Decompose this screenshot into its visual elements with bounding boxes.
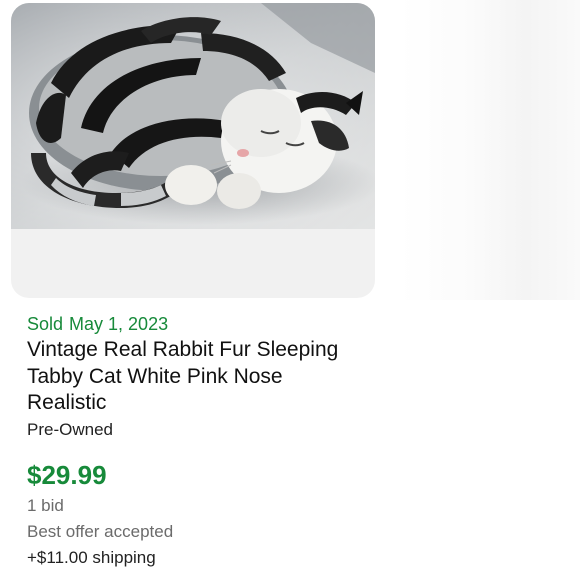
best-offer-status: Best offer accepted: [27, 521, 174, 541]
listing-image-card[interactable]: [11, 3, 375, 298]
sold-status: Sold May 1, 2023: [27, 312, 387, 336]
sold-label: Sold: [27, 314, 64, 334]
background-fade: [400, 0, 580, 300]
bid-count: 1 bid: [27, 495, 64, 515]
listing-photo[interactable]: [11, 3, 375, 229]
sold-date: May 1, 2023: [69, 314, 169, 334]
item-condition: Pre-Owned: [27, 419, 113, 439]
sold-price: $29.99: [27, 459, 107, 490]
listing-details: Sold May 1, 2023 Vintage Real Rabbit Fur …: [27, 312, 387, 571]
listing-title[interactable]: Vintage Real Rabbit Fur Sleeping Tabby C…: [27, 337, 367, 417]
listing-page: Sold May 1, 2023 Vintage Real Rabbit Fur …: [0, 0, 580, 580]
shipping-cost: +$11.00 shipping: [27, 547, 156, 567]
